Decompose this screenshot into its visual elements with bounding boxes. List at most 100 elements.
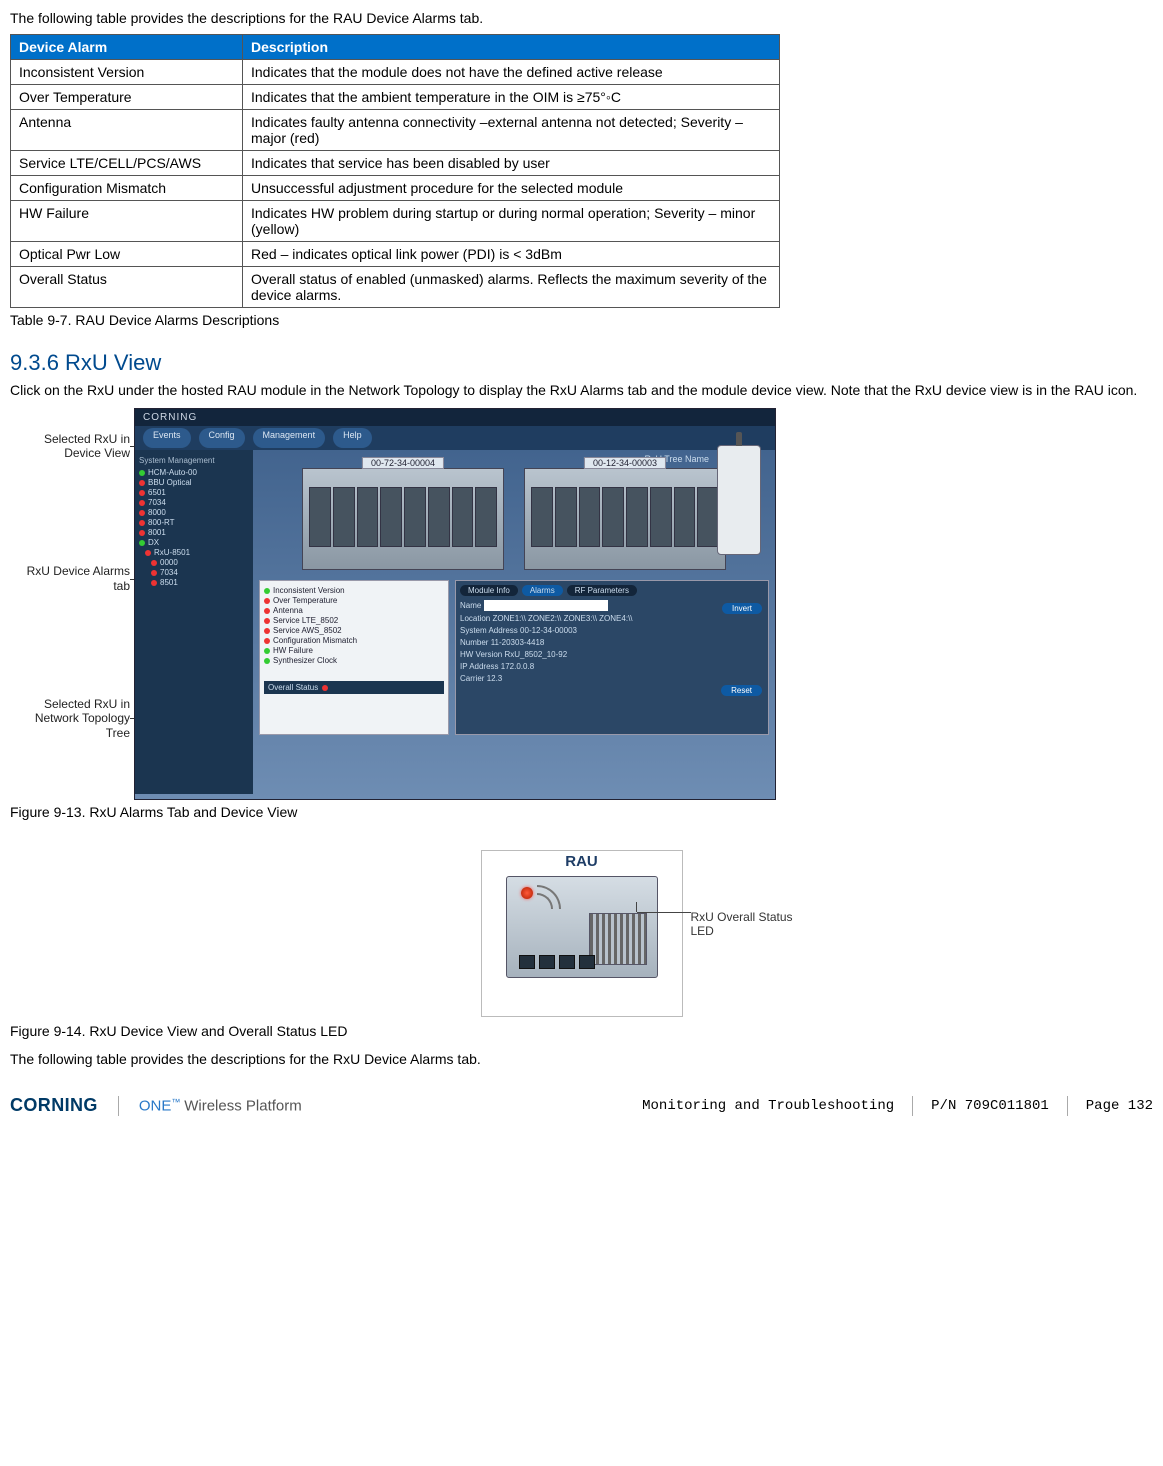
cell: Service LTE/CELL/PCS/AWS [11, 151, 243, 176]
alarm-label: Service AWS_8502 [273, 626, 342, 635]
cell: Indicates HW problem during startup or d… [243, 201, 780, 242]
tree-node-label: 7034 [148, 498, 166, 507]
tree-node[interactable]: 8001 [139, 528, 249, 537]
invert-button[interactable]: Invert [722, 603, 762, 614]
table-row: Configuration MismatchUnsuccessful adjus… [11, 176, 780, 201]
app-window: CORNING Events Config Management Help Sy… [134, 408, 776, 800]
name-input[interactable] [484, 600, 608, 611]
tree-node[interactable]: 800-RT [139, 518, 249, 527]
figure-9-13-caption: Figure 9-13. RxU Alarms Tab and Device V… [10, 804, 1153, 820]
footer-brand: CORNING [10, 1095, 98, 1116]
field-value: 00-12-34-00003 [520, 626, 577, 635]
reset-button[interactable]: Reset [721, 685, 762, 696]
tree-node-label: 8000 [148, 508, 166, 517]
closing-paragraph: The following table provides the descrip… [10, 1051, 1153, 1067]
callout-rxu-alarms-tab: RxU Device Alarms tab [10, 564, 130, 593]
cell: Indicates faulty antenna connectivity –e… [243, 110, 780, 151]
status-led-icon [264, 588, 270, 594]
tree-node[interactable]: DX [139, 538, 249, 547]
status-led-icon [151, 560, 157, 566]
field-value: ZONE1:\\ ZONE2:\\ ZONE3:\\ ZONE4:\\ [492, 614, 632, 623]
cell: Indicates that service has been disabled… [243, 151, 780, 176]
status-led-icon [264, 598, 270, 604]
alarm-label: Synthesizer Clock [273, 656, 337, 665]
tree-node-label: DX [148, 538, 159, 547]
table-row: Service LTE/CELL/PCS/AWSIndicates that s… [11, 151, 780, 176]
cell: Over Temperature [11, 85, 243, 110]
callout-selected-rxu-device-view: Selected RxU in Device View [10, 432, 130, 461]
tree-node[interactable]: 0000 [151, 558, 249, 567]
menu-tab[interactable]: Config [199, 428, 245, 448]
tree-node-label: BBU Optical [148, 478, 192, 487]
tree-node[interactable]: 8501 [151, 578, 249, 587]
field-label: Location [460, 614, 490, 623]
intro-text: The following table provides the descrip… [10, 10, 1153, 26]
status-led-icon [139, 540, 145, 546]
status-led-icon [139, 510, 145, 516]
status-led-icon [264, 638, 270, 644]
tree-node[interactable]: BBU Optical [139, 478, 249, 487]
overall-status-label: Overall Status [268, 683, 318, 692]
status-led-icon [151, 580, 157, 586]
table-row: Over TemperatureIndicates that the ambie… [11, 85, 780, 110]
alarm-row: HW Failure [264, 646, 444, 655]
cell: Indicates that the module does not have … [243, 60, 780, 85]
menu-tab[interactable]: Management [253, 428, 326, 448]
status-led-icon [145, 550, 151, 556]
table-row: Optical Pwr LowRed – indicates optical l… [11, 242, 780, 267]
tree-node[interactable]: HCM-Auto-00 [139, 468, 249, 477]
tree-node-label: RxU-8501 [154, 548, 190, 557]
rack-label: 00-72-34-00004 [362, 457, 444, 469]
menu-tab[interactable]: Help [333, 428, 372, 448]
network-topology-tree[interactable]: System Management HCM-Auto-00 BBU Optica… [135, 450, 253, 794]
th-device-alarm: Device Alarm [11, 35, 243, 60]
alarm-row: Inconsistent Version [264, 586, 444, 595]
tree-node-label: HCM-Auto-00 [148, 468, 197, 477]
status-led-icon [139, 490, 145, 496]
antenna-icon [717, 445, 761, 555]
tree-node-label: 7034 [160, 568, 178, 577]
alarm-label: Antenna [273, 606, 303, 615]
footer-pn: P/N 709C011801 [931, 1098, 1049, 1114]
footer-page: Page 132 [1086, 1098, 1153, 1114]
trademark-icon: ™ [171, 1097, 180, 1107]
tree-node-label: 6501 [148, 488, 166, 497]
tab-rf-parameters[interactable]: RF Parameters [567, 585, 637, 596]
menu-tab[interactable]: Events [143, 428, 191, 448]
figure-9-14: RAU RxU Overall Status LED [10, 850, 1153, 1017]
footer-one: ONE [139, 1097, 172, 1114]
tree-node-label: 800-RT [148, 518, 175, 527]
tree-heading: System Management [139, 456, 249, 465]
tree-node[interactable]: RxU-8501 [145, 548, 249, 557]
field-label: System Address [460, 626, 518, 635]
tab-alarms[interactable]: Alarms [522, 585, 563, 596]
field-value: 11-20303-4418 [491, 638, 545, 647]
ports-icon [519, 955, 595, 969]
field-label: Number [460, 638, 488, 647]
status-led-icon [264, 628, 270, 634]
field-label: IP Address [460, 662, 499, 671]
status-led-icon [139, 470, 145, 476]
table-row: Inconsistent VersionIndicates that the m… [11, 60, 780, 85]
status-led-icon [264, 648, 270, 654]
tree-node[interactable]: 6501 [139, 488, 249, 497]
table-caption: Table 9-7. RAU Device Alarms Description… [10, 312, 1153, 328]
tree-node[interactable]: 7034 [151, 568, 249, 577]
status-led-icon [264, 658, 270, 664]
figure-9-14-caption: Figure 9-14. RxU Device View and Overall… [10, 1023, 1153, 1039]
table-row: AntennaIndicates faulty antenna connecti… [11, 110, 780, 151]
cell: Antenna [11, 110, 243, 151]
alarm-row: Over Temperature [264, 596, 444, 605]
rack-label: 00-12-34-00003 [584, 457, 666, 469]
rxu-overall-status-led-icon [521, 887, 533, 899]
callout-selected-rxu-topology: Selected RxU in Network Topology Tree [10, 697, 130, 740]
status-led-icon [139, 480, 145, 486]
tree-node[interactable]: 8000 [139, 508, 249, 517]
rack-device[interactable]: 00-12-34-00003 [524, 468, 726, 570]
rau-title: RAU [482, 853, 682, 870]
status-led-icon [151, 570, 157, 576]
rack-device[interactable]: 00-72-34-00004 [302, 468, 504, 570]
th-description: Description [243, 35, 780, 60]
tree-node[interactable]: 7034 [139, 498, 249, 507]
tab-module-info[interactable]: Module Info [460, 585, 518, 596]
